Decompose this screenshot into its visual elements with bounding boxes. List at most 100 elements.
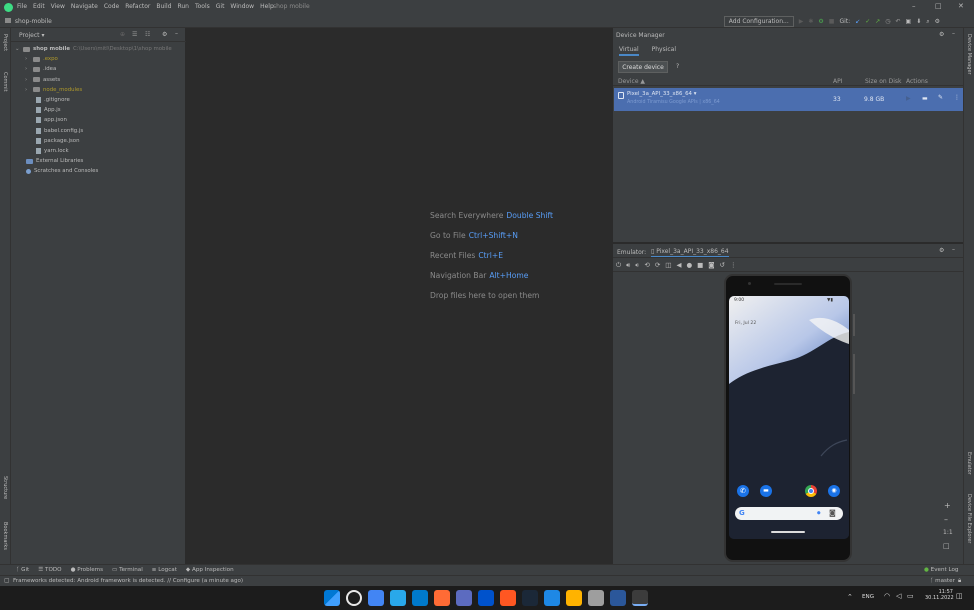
tree-item[interactable]: External Libraries <box>15 156 172 166</box>
taskbar-app-icon[interactable] <box>456 590 472 606</box>
menu-item-help[interactable]: Help <box>260 3 274 10</box>
git-rollback-icon[interactable]: ↶ <box>896 18 901 25</box>
zoom-fit-icon[interactable]: □ <box>943 542 950 550</box>
volume-icon[interactable]: ◁ <box>896 592 901 600</box>
volume-down-icon[interactable]: 🔉︎ <box>635 261 639 270</box>
volume-up-icon[interactable]: 🔊︎ <box>626 261 630 270</box>
taskbar-app-icon[interactable] <box>566 590 582 606</box>
git-history-icon[interactable]: ◷ <box>885 18 890 25</box>
hide-panel-icon[interactable]: – <box>175 30 178 37</box>
zoom-actual-icon[interactable]: 1:1 <box>943 529 953 536</box>
gear-icon[interactable]: ⚙ <box>939 247 944 254</box>
fold-icon[interactable]: ◫ <box>665 261 671 270</box>
screenshot-icon[interactable]: ◙ <box>708 261 714 270</box>
taskbar-app-icon[interactable] <box>522 590 538 606</box>
mic-icon[interactable]: ⏺ <box>817 509 821 518</box>
maximize-button[interactable]: □ <box>935 2 942 10</box>
power-icon[interactable]: ⏻ <box>616 261 621 270</box>
zoom-out-icon[interactable]: – <box>944 515 948 524</box>
tree-item[interactable]: package.json <box>15 136 172 146</box>
taskbar-app-icon[interactable] <box>588 590 604 606</box>
menu-item-navigate[interactable]: Navigate <box>71 3 98 10</box>
start-icon[interactable] <box>324 590 340 606</box>
sdk-manager-icon[interactable]: ⬇ <box>916 18 921 25</box>
taskbar-app-icon[interactable] <box>610 590 626 606</box>
language-indicator[interactable]: ENG <box>862 594 874 600</box>
gear-icon[interactable]: ⚙ <box>162 31 167 38</box>
launch-icon[interactable]: ▶ <box>906 95 911 102</box>
menu-item-build[interactable]: Build <box>156 3 171 10</box>
project-tool-tab[interactable]: Project <box>2 34 8 51</box>
more-icon[interactable]: ⋮ <box>954 94 960 101</box>
device-row[interactable]: Pixel_3a_API_33_x86_64 ▾ Android Tiramis… <box>614 88 963 111</box>
rotate-right-icon[interactable]: ⟳ <box>655 261 660 270</box>
lens-icon[interactable]: ◙ <box>829 509 836 517</box>
tree-item[interactable]: yarn.lock <box>15 146 172 156</box>
chrome-app-icon[interactable] <box>805 485 817 497</box>
tab-virtual[interactable]: Virtual <box>619 46 639 56</box>
project-root[interactable]: ⌄ shop mobile C:\Users\mitl\Desktop\1\sho… <box>15 44 172 54</box>
chevron-right-icon[interactable]: › <box>25 77 33 83</box>
taskbar-app-icon[interactable] <box>434 590 450 606</box>
column-size[interactable]: Size on Disk <box>865 78 902 85</box>
structure-tool-tab[interactable]: Structure <box>2 476 8 499</box>
gear-icon[interactable]: ⚙ <box>939 31 944 38</box>
tree-item[interactable]: Scratches and Consoles <box>15 166 172 176</box>
create-device-button[interactable]: Create device <box>618 61 668 73</box>
tree-item[interactable]: › .expo <box>15 54 172 64</box>
lock-icon[interactable]: 🔒︎ <box>958 577 961 585</box>
project-breadcrumb[interactable]: shop-mobile <box>5 18 52 25</box>
column-api[interactable]: API <box>833 78 843 85</box>
status-window-icon[interactable]: ▢ <box>4 577 10 584</box>
event-log-button[interactable]: ● Event Log <box>924 567 958 573</box>
minimize-button[interactable]: – <box>912 2 916 10</box>
tree-item[interactable]: › .idea <box>15 64 172 74</box>
zoom-in-icon[interactable]: + <box>944 501 951 510</box>
device-manager-icon[interactable]: ▣ <box>906 18 912 25</box>
home-icon[interactable]: ● <box>686 261 692 270</box>
notifications-icon[interactable]: ◫ <box>956 592 963 600</box>
overview-icon[interactable]: ■ <box>697 261 703 270</box>
device-file-explorer-tool-tab[interactable]: Device File Explorer <box>966 494 972 543</box>
taskbar-search-icon[interactable] <box>346 590 362 606</box>
snapshot-icon[interactable]: ↺ <box>720 261 725 270</box>
apply-changes-icon[interactable]: ⚙ <box>818 18 823 25</box>
menu-item-refactor[interactable]: Refactor <box>125 3 150 10</box>
clock[interactable]: 11:57 30.11.2022 <box>925 589 954 601</box>
taskbar-app-icon[interactable] <box>500 590 516 606</box>
taskbar-app-icon[interactable] <box>544 590 560 606</box>
status-message[interactable]: Frameworks detected: Android framework i… <box>13 578 243 584</box>
git-branch-widget[interactable]: ᚴ master <box>930 578 955 584</box>
git-push-icon[interactable]: ↗ <box>875 18 880 25</box>
tree-item[interactable]: › assets <box>15 75 172 85</box>
device-manager-tool-tab[interactable]: Device Manager <box>966 34 972 75</box>
column-device[interactable]: Device ▲ <box>618 78 645 85</box>
menu-item-code[interactable]: Code <box>104 3 119 10</box>
bookmarks-tool-tab[interactable]: Bookmarks <box>2 522 8 550</box>
battery-tray-icon[interactable]: ▭ <box>907 592 914 600</box>
chevron-down-icon[interactable]: ⌄ <box>15 46 23 52</box>
tree-item[interactable]: app.json <box>15 115 172 125</box>
rotate-left-icon[interactable]: ⟲ <box>644 261 649 270</box>
tool-app-inspection[interactable]: ◆ App Inspection <box>186 567 234 573</box>
tree-item[interactable]: App.js <box>15 105 172 115</box>
add-configuration-button[interactable]: Add Configuration... <box>723 16 794 27</box>
debug-icon[interactable]: ✱ <box>808 18 813 25</box>
taskbar-app-icon[interactable] <box>632 590 648 606</box>
menu-item-git[interactable]: Git <box>216 3 225 10</box>
tray-overflow-icon[interactable]: ⌃ <box>847 593 853 601</box>
menu-item-view[interactable]: View <box>51 3 65 10</box>
locate-icon[interactable]: ⊕ <box>120 31 125 38</box>
camera-app-icon[interactable]: ◉ <box>828 485 840 497</box>
tab-physical[interactable]: Physical <box>652 46 676 56</box>
taskbar-app-icon[interactable] <box>390 590 406 606</box>
tool-todo[interactable]: ☰ TODO <box>38 567 61 573</box>
tool-git[interactable]: ᚴ Git <box>16 567 29 573</box>
run-icon[interactable]: ▶ <box>799 18 804 25</box>
phone-app-icon[interactable]: ✆ <box>737 485 749 497</box>
chevron-right-icon[interactable]: › <box>25 87 33 93</box>
tree-item[interactable]: babel.config.js <box>15 126 172 136</box>
gesture-nav-bar[interactable] <box>771 531 805 533</box>
taskbar-app-icon[interactable] <box>478 590 494 606</box>
google-search-bar[interactable]: G ⏺ ◙ <box>735 507 843 520</box>
